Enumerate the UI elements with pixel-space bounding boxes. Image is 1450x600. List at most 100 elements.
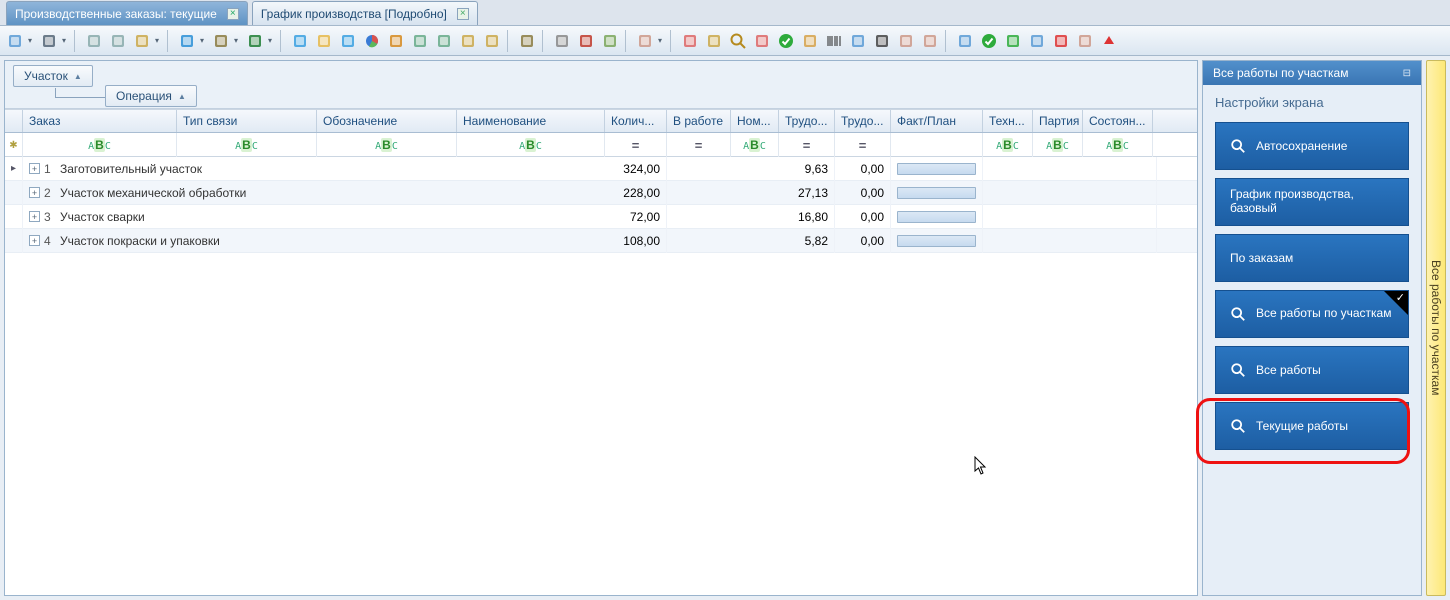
preset-button-5[interactable]: Текущие работы — [1215, 402, 1409, 450]
toolbar-tree-button[interactable] — [575, 30, 597, 52]
toolbar-grid2-button[interactable] — [433, 30, 455, 52]
group-box-operation[interactable]: Операция ▲ — [105, 85, 197, 107]
toolbar-wrench-button[interactable] — [210, 30, 232, 52]
table-row[interactable]: +4Участок покраски и упаковки — [5, 229, 1197, 253]
pin-icon[interactable]: ⊟ — [1403, 68, 1411, 79]
toolbar-calc-button[interactable] — [457, 30, 479, 52]
col-order[interactable]: Заказ — [23, 110, 177, 132]
toolbar-download-button[interactable] — [385, 30, 407, 52]
col-batch[interactable]: Партия — [1033, 110, 1083, 132]
tab-close-icon[interactable]: × — [457, 8, 469, 20]
expand-icon[interactable]: + — [29, 235, 40, 246]
filter-cell[interactable]: ABC — [983, 133, 1033, 157]
preset-button-1[interactable]: График производства, базовый — [1215, 178, 1409, 226]
toolbar-funnel-button[interactable] — [551, 30, 573, 52]
filter-cell[interactable] — [891, 133, 983, 157]
toolbar-excel-button[interactable] — [244, 30, 266, 52]
filter-cell[interactable]: = — [779, 133, 835, 157]
toolbar-goto-button[interactable] — [337, 30, 359, 52]
toolbar-hammer-button[interactable] — [919, 30, 941, 52]
toolbar-doc-minus2-button[interactable] — [107, 30, 129, 52]
grid-body: ▸+1Заготовительный участок324,009,630,00… — [5, 157, 1197, 253]
toolbar-box-button[interactable] — [799, 30, 821, 52]
preset-button-2[interactable]: По заказам — [1215, 234, 1409, 282]
table-row[interactable]: +3Участок сварки — [5, 205, 1197, 229]
vertical-tab[interactable]: Все работы по участкам — [1426, 60, 1446, 596]
filter-cell[interactable]: ABC — [1083, 133, 1153, 157]
toolbar-clipboard2-button[interactable] — [599, 30, 621, 52]
toolbar-clipboard-button[interactable] — [4, 30, 26, 52]
dropdown-arrow-icon[interactable]: ▾ — [658, 36, 666, 45]
grouping-bar[interactable]: Участок ▲ Операция ▲ — [5, 61, 1197, 109]
tab-schedule[interactable]: График производства [Подробно] × — [252, 1, 478, 25]
col-nom[interactable]: Ном... — [731, 110, 779, 132]
tab-close-icon[interactable]: × — [227, 8, 239, 20]
toolbar-tool-button[interactable] — [516, 30, 538, 52]
toolbar-cal2-button[interactable] — [751, 30, 773, 52]
filter-cell[interactable]: = — [605, 133, 667, 157]
dropdown-arrow-icon[interactable]: ▾ — [200, 36, 208, 45]
table-row[interactable]: ▸+1Заготовительный участок — [5, 157, 1197, 181]
filter-cell[interactable]: ABC — [1033, 133, 1083, 157]
toolbar-pencil-red-button[interactable] — [1050, 30, 1072, 52]
group-row-text: +3Участок сварки — [23, 205, 1157, 229]
col-factplan[interactable]: Факт/План — [891, 110, 983, 132]
toolbar-share-button[interactable] — [289, 30, 311, 52]
toolbar-check-green-button[interactable] — [775, 30, 797, 52]
col-link-type[interactable]: Тип связи — [177, 110, 317, 132]
dropdown-arrow-icon[interactable]: ▾ — [234, 36, 242, 45]
dropdown-arrow-icon[interactable]: ▾ — [62, 36, 70, 45]
toolbar-users-button[interactable] — [895, 30, 917, 52]
group-box-area[interactable]: Участок ▲ — [13, 65, 93, 87]
toolbar-print-button[interactable] — [38, 30, 60, 52]
toolbar-time-green-button[interactable] — [1002, 30, 1024, 52]
toolbar-sitemap-button[interactable] — [954, 30, 976, 52]
toolbar-grid3-button[interactable] — [1026, 30, 1048, 52]
toolbar-clock-button[interactable] — [703, 30, 725, 52]
col-labor1[interactable]: Трудо... — [779, 110, 835, 132]
toolbar-list-check-button[interactable] — [847, 30, 869, 52]
toolbar-ok-green-button[interactable] — [978, 30, 1000, 52]
toolbar-note-button[interactable] — [313, 30, 335, 52]
expand-icon[interactable]: + — [29, 163, 40, 174]
col-status[interactable]: Состоян... — [1083, 110, 1153, 132]
filter-cell[interactable]: ABC — [23, 133, 177, 157]
toolbar-book-button[interactable] — [481, 30, 503, 52]
toolbar-refresh-button[interactable] — [176, 30, 198, 52]
toolbar-pie-button[interactable] — [361, 30, 383, 52]
toolbar-separator — [542, 30, 547, 52]
filter-cell[interactable]: ABC — [731, 133, 779, 157]
dropdown-arrow-icon[interactable]: ▾ — [155, 36, 163, 45]
filter-cell[interactable]: ABC — [317, 133, 457, 157]
toolbar-gear-button[interactable] — [1074, 30, 1096, 52]
filter-cell[interactable]: = — [835, 133, 891, 157]
toolbar-up-red-button[interactable] — [1098, 30, 1120, 52]
toolbar-barcode-button[interactable] — [823, 30, 845, 52]
toolbar-doc-edit-button[interactable] — [131, 30, 153, 52]
table-row[interactable]: +2Участок механической обработки — [5, 181, 1197, 205]
expand-icon[interactable]: + — [29, 211, 40, 222]
toolbar-magic-button[interactable] — [634, 30, 656, 52]
col-inwork[interactable]: В работе — [667, 110, 731, 132]
toolbar-search-button[interactable] — [727, 30, 749, 52]
col-qty[interactable]: Колич... — [605, 110, 667, 132]
tab-orders[interactable]: Производственные заказы: текущие × — [6, 1, 248, 25]
filter-cell[interactable]: ABC — [457, 133, 605, 157]
toolbar-cal1-button[interactable] — [679, 30, 701, 52]
preset-button-4[interactable]: Все работы — [1215, 346, 1409, 394]
toolbar-doc-minus-button[interactable] — [83, 30, 105, 52]
preset-button-3[interactable]: Все работы по участкам — [1215, 290, 1409, 338]
toolbar-binoc-button[interactable] — [871, 30, 893, 52]
expand-icon[interactable]: + — [29, 187, 40, 198]
dropdown-arrow-icon[interactable]: ▾ — [268, 36, 276, 45]
col-designation[interactable]: Обозначение — [317, 110, 457, 132]
filter-icon[interactable]: ✱ — [5, 133, 23, 157]
filter-cell[interactable]: ABC — [177, 133, 317, 157]
toolbar-grid1-button[interactable] — [409, 30, 431, 52]
col-name[interactable]: Наименование — [457, 110, 605, 132]
filter-cell[interactable]: = — [667, 133, 731, 157]
preset-button-0[interactable]: Автосохранение — [1215, 122, 1409, 170]
dropdown-arrow-icon[interactable]: ▾ — [28, 36, 36, 45]
col-tech[interactable]: Техн... — [983, 110, 1033, 132]
col-labor2[interactable]: Трудо... — [835, 110, 891, 132]
